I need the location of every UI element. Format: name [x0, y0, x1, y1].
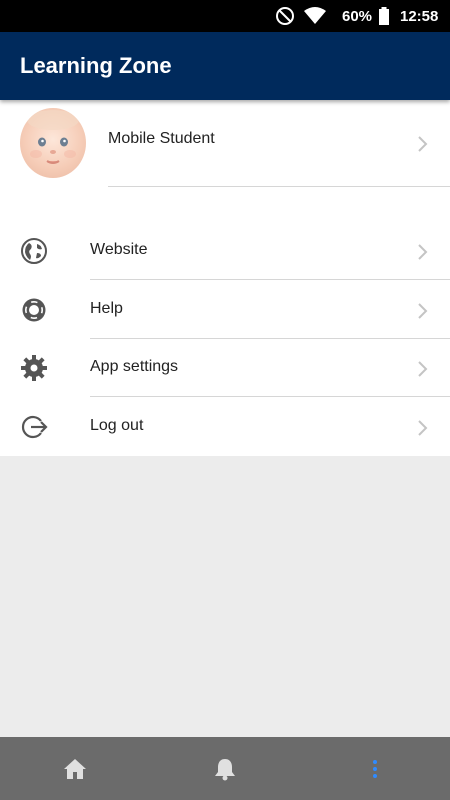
lifebuoy-icon [22, 298, 46, 322]
logout-icon [21, 415, 48, 439]
menu-item-label: Website [90, 241, 148, 258]
clock: 12:58 [400, 7, 439, 25]
app-title: Learning Zone [20, 53, 172, 78]
nav-home-button[interactable] [45, 737, 105, 800]
battery-percentage: 60% [342, 7, 373, 25]
gear-icon [21, 355, 47, 381]
menu-item-help[interactable]: Help [0, 281, 450, 339]
app-bar: Learning Zone [0, 32, 450, 100]
globe-icon [21, 238, 47, 264]
menu-item-website[interactable]: Website [0, 222, 450, 280]
profile-name: Mobile Student [108, 130, 215, 147]
nav-notifications-button[interactable] [195, 737, 255, 800]
home-icon [64, 758, 86, 779]
divider [90, 279, 450, 280]
battery-icon [378, 0, 390, 32]
do-not-disturb-icon [275, 0, 295, 32]
profile-row[interactable]: Mobile Student [0, 100, 450, 188]
chevron-right-icon [418, 303, 428, 319]
chevron-right-icon [418, 420, 428, 436]
chevron-right-icon [418, 244, 428, 260]
menu-item-label: Log out [90, 417, 144, 434]
menu-item-label: Help [90, 300, 123, 317]
status-bar: 60% 12:58 [0, 0, 450, 32]
bell-icon [215, 758, 235, 780]
chevron-right-icon [418, 136, 428, 152]
menu-panel: Mobile Student Website Help App settings… [0, 100, 450, 456]
avatar [20, 108, 86, 178]
more-vertical-icon [373, 759, 377, 778]
divider [90, 396, 450, 397]
chevron-right-icon [418, 361, 428, 377]
divider [108, 186, 450, 187]
menu-item-log-out[interactable]: Log out [0, 398, 450, 456]
menu-item-app-settings[interactable]: App settings [0, 339, 450, 397]
bottom-nav [0, 737, 450, 800]
nav-more-button[interactable] [345, 737, 405, 800]
wifi-icon [303, 0, 327, 32]
menu-item-label: App settings [90, 358, 179, 375]
